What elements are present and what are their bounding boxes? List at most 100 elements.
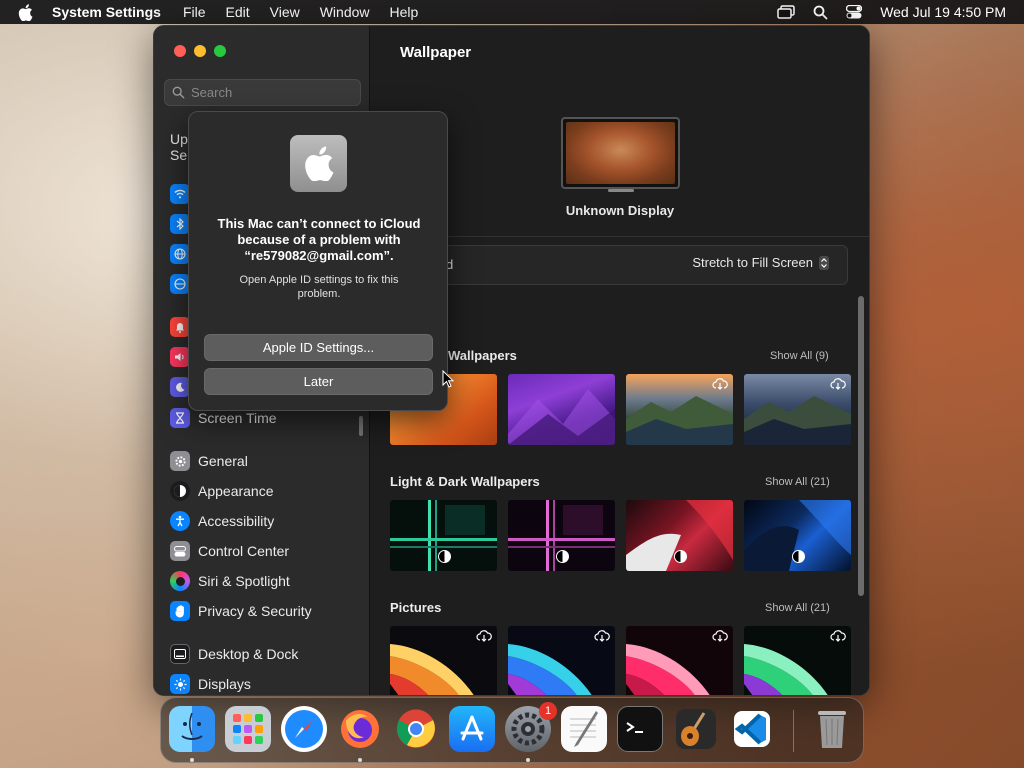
running-indicator bbox=[358, 758, 362, 762]
dock-trash[interactable] bbox=[809, 706, 855, 752]
light-dark-icon bbox=[792, 550, 805, 563]
dock-system-settings[interactable]: 1 bbox=[505, 702, 557, 752]
wallpaper-thumb[interactable] bbox=[508, 374, 615, 445]
dock-textedit[interactable] bbox=[561, 706, 607, 752]
sidebar-item-label: Displays bbox=[198, 676, 251, 692]
partial-text-1: Up bbox=[170, 131, 188, 147]
dock-terminal[interactable] bbox=[617, 706, 663, 752]
sidebar-item-siri-spotlight[interactable]: Siri & Spotlight bbox=[170, 570, 290, 592]
sidebar-item-label: Accessibility bbox=[198, 513, 275, 529]
sidebar-item-label: Control Center bbox=[198, 543, 290, 559]
dock-chrome[interactable] bbox=[393, 706, 439, 752]
sidebar-search[interactable] bbox=[164, 79, 361, 106]
sidebar-item-general[interactable]: General bbox=[170, 450, 248, 472]
download-cloud-icon[interactable] bbox=[476, 630, 492, 642]
dock-launchpad[interactable] bbox=[225, 706, 271, 752]
display-preview[interactable] bbox=[561, 117, 680, 189]
menu-help[interactable]: Help bbox=[390, 4, 419, 20]
partial-text-2: Se bbox=[170, 147, 188, 163]
icloud-alert-dialog: This Mac can’t connect to iCloud because… bbox=[188, 111, 448, 411]
menu-bar: System Settings File Edit View Window He… bbox=[0, 0, 1024, 24]
sun-icon bbox=[170, 674, 190, 694]
finder-icon bbox=[181, 712, 203, 740]
dialog-message: Open Apple ID settings to fix this probl… bbox=[239, 274, 399, 300]
dock-app-store[interactable] bbox=[449, 706, 495, 752]
trash-icon bbox=[818, 711, 846, 748]
zoom-button[interactable] bbox=[214, 45, 226, 57]
wallpaper-thumb[interactable] bbox=[626, 500, 733, 571]
apple-id-settings-button[interactable]: Apple ID Settings... bbox=[204, 334, 433, 361]
sidebar-item-label: Appearance bbox=[198, 483, 274, 499]
vpn-icon[interactable] bbox=[170, 274, 190, 294]
wallpaper-thumb[interactable] bbox=[626, 374, 733, 445]
guitar-icon bbox=[676, 709, 716, 749]
gallery-scrollbar[interactable] bbox=[858, 296, 864, 596]
wallpaper-thumb[interactable] bbox=[508, 626, 615, 695]
download-cloud-icon[interactable] bbox=[830, 630, 846, 642]
chevron-updown-icon bbox=[819, 255, 829, 270]
dock: 1 bbox=[160, 697, 864, 763]
spotlight-search-icon[interactable] bbox=[813, 5, 828, 20]
download-cloud-icon[interactable] bbox=[594, 630, 610, 642]
sidebar-item-control-center[interactable]: Control Center bbox=[170, 540, 289, 562]
mouse-cursor-icon bbox=[442, 370, 454, 388]
apple-menu-icon[interactable] bbox=[18, 3, 36, 21]
sidebar-item-desktop-dock[interactable]: Desktop & Dock bbox=[170, 643, 298, 665]
bluetooth-icon[interactable] bbox=[170, 214, 190, 234]
wallpaper-thumb[interactable] bbox=[744, 626, 851, 695]
show-all-wallpapers-button[interactable]: Show All (9) bbox=[770, 350, 829, 362]
dock-separator bbox=[793, 710, 794, 752]
section-title-wallpapers: Wallpapers bbox=[448, 348, 517, 363]
search-input[interactable] bbox=[191, 85, 351, 100]
wallpaper-thumb[interactable] bbox=[626, 626, 733, 695]
wallpaper-thumb[interactable] bbox=[744, 374, 851, 445]
vscode-icon bbox=[734, 711, 770, 747]
focus-moon-icon[interactable] bbox=[170, 377, 190, 397]
download-cloud-icon[interactable] bbox=[712, 630, 728, 642]
download-cloud-icon[interactable] bbox=[830, 378, 846, 390]
sidebar-item-privacy-security[interactable]: Privacy & Security bbox=[170, 600, 312, 622]
menu-clock[interactable]: Wed Jul 19 4:50 PM bbox=[880, 4, 1006, 20]
dock-firefox[interactable] bbox=[337, 706, 383, 752]
menu-view[interactable]: View bbox=[270, 4, 300, 20]
download-cloud-icon[interactable] bbox=[712, 378, 728, 390]
sidebar-item-accessibility[interactable]: Accessibility bbox=[170, 510, 274, 532]
sidebar-scrollbar[interactable] bbox=[359, 416, 363, 436]
close-button[interactable] bbox=[174, 45, 186, 57]
menu-file[interactable]: File bbox=[183, 4, 206, 20]
screen-mirroring-icon[interactable] bbox=[777, 5, 795, 19]
notifications-icon[interactable] bbox=[170, 317, 190, 337]
show-all-pictures-button[interactable]: Show All (21) bbox=[765, 602, 830, 614]
control-center-icon[interactable] bbox=[846, 5, 863, 19]
light-dark-icon bbox=[438, 550, 451, 563]
menu-window[interactable]: Window bbox=[320, 4, 370, 20]
sidebar-item-appearance[interactable]: Appearance bbox=[170, 480, 274, 502]
menu-edit[interactable]: Edit bbox=[226, 4, 250, 20]
minimize-button[interactable] bbox=[194, 45, 206, 57]
show-all-light-dark-button[interactable]: Show All (21) bbox=[765, 476, 830, 488]
menu-app-name[interactable]: System Settings bbox=[52, 4, 161, 20]
wallpaper-thumb[interactable] bbox=[390, 626, 497, 695]
dock-finder[interactable] bbox=[169, 706, 215, 752]
firefox-icon bbox=[341, 710, 379, 748]
wifi-icon[interactable] bbox=[170, 184, 190, 204]
running-indicator bbox=[190, 758, 194, 762]
sidebar-item-label: Screen Time bbox=[198, 410, 277, 426]
later-button[interactable]: Later bbox=[204, 368, 433, 395]
fill-mode-select[interactable]: Stretch to Fill Screen bbox=[692, 255, 829, 270]
sidebar-user-partial[interactable]: Up Se bbox=[170, 131, 188, 163]
dock-garageband[interactable] bbox=[673, 706, 719, 752]
window-controls bbox=[174, 45, 226, 57]
wallpaper-thumb[interactable] bbox=[744, 500, 851, 571]
running-indicator bbox=[526, 758, 530, 762]
sidebar-item-displays[interactable]: Displays bbox=[170, 673, 251, 695]
dock-safari[interactable] bbox=[281, 706, 327, 752]
network-icon[interactable] bbox=[170, 244, 190, 264]
fill-mode-value: Stretch to Fill Screen bbox=[692, 255, 813, 270]
notification-badge: 1 bbox=[539, 702, 557, 720]
wallpaper-thumb[interactable] bbox=[508, 500, 615, 571]
wallpaper-thumb[interactable] bbox=[390, 500, 497, 571]
dock-vscode[interactable] bbox=[729, 706, 775, 752]
sound-icon[interactable] bbox=[170, 347, 190, 367]
app-store-icon bbox=[460, 715, 484, 741]
